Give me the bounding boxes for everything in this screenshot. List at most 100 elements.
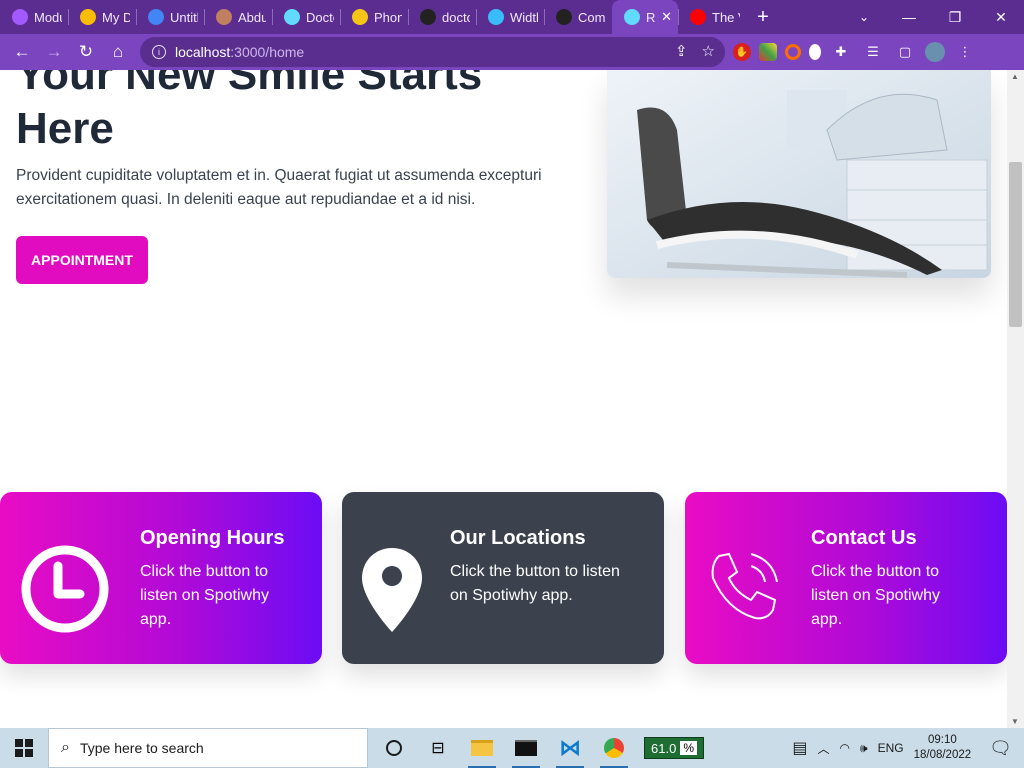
figma-icon bbox=[12, 9, 28, 25]
card-title: Opening Hours bbox=[140, 527, 285, 549]
tab-title: docto bbox=[442, 9, 470, 25]
address-bar[interactable]: i localhost:3000/home ⇪ ☆ bbox=[140, 37, 725, 67]
browser-tab[interactable]: Widtl bbox=[476, 0, 544, 34]
home-button[interactable]: ⌂ bbox=[102, 36, 134, 68]
site-info-icon[interactable]: i bbox=[152, 45, 166, 59]
scroll-up-arrow[interactable]: ▲ bbox=[1011, 72, 1019, 81]
volume-icon[interactable]: 🕪 bbox=[860, 741, 868, 756]
forward-button[interactable]: → bbox=[38, 36, 70, 68]
hero-description: Provident cupiditate voluptatem et in. Q… bbox=[16, 167, 542, 208]
side-panel-icon[interactable]: ▢ bbox=[893, 40, 917, 64]
clock-date: 18/08/2022 bbox=[913, 749, 972, 761]
dental-chair-image bbox=[607, 70, 991, 278]
info-card[interactable]: Contact Us Click the button to listen on … bbox=[685, 492, 1007, 664]
close-window-button[interactable]: ✕ bbox=[978, 0, 1024, 34]
file-explorer-icon[interactable] bbox=[460, 728, 504, 768]
bookmark-star-icon[interactable]: ☆ bbox=[702, 42, 715, 60]
extensions-area: ✋ ✚ ☰ ▢ ⋮ bbox=[733, 36, 977, 68]
clock-icon bbox=[20, 544, 110, 639]
tab-title: The V bbox=[712, 9, 740, 25]
hero-title: Your New Smile Starts Here bbox=[16, 70, 483, 153]
react-icon bbox=[624, 9, 640, 25]
menu-kebab-icon[interactable]: ⋮ bbox=[953, 40, 977, 64]
url-host: localhost bbox=[175, 44, 231, 60]
card-text: Click the button to listen on Spotiwhy a… bbox=[450, 563, 620, 604]
google-docs-icon bbox=[148, 9, 164, 25]
google-drive-icon bbox=[80, 9, 96, 25]
card-text: Click the button to listen on Spotiwhy a… bbox=[140, 563, 269, 628]
avatar-icon bbox=[216, 9, 232, 25]
tab-title: Abdu bbox=[238, 9, 266, 25]
location-pin-icon bbox=[362, 548, 422, 637]
browser-tab[interactable]: docto bbox=[408, 0, 476, 34]
card-title: Contact Us bbox=[811, 527, 917, 549]
tailwind-icon bbox=[488, 9, 504, 25]
window-controls: — ❐ ✕ bbox=[886, 0, 1024, 34]
scroll-down-arrow[interactable]: ▼ bbox=[1011, 717, 1019, 726]
puzzle-extensions-icon[interactable]: ✚ bbox=[829, 40, 853, 64]
bulb-extension-icon[interactable] bbox=[809, 44, 821, 60]
browser-tab[interactable]: Phon bbox=[340, 0, 408, 34]
browser-tab[interactable]: The V bbox=[678, 0, 746, 34]
page-scrollbar[interactable]: ▲ ▼ bbox=[1007, 70, 1024, 728]
react-icon bbox=[284, 9, 300, 25]
clock[interactable]: 09:10 18/08/2022 bbox=[914, 733, 972, 763]
search-icon: ⌕ bbox=[61, 739, 70, 756]
language-indicator[interactable]: ENG bbox=[878, 741, 904, 755]
circle-extension-icon[interactable] bbox=[785, 44, 801, 60]
tab-title: R bbox=[646, 9, 656, 25]
battery-meter[interactable]: 61.0 % bbox=[644, 737, 704, 759]
back-button[interactable]: ← bbox=[6, 36, 38, 68]
notifications-icon[interactable]: 🗨 bbox=[989, 738, 1012, 759]
scrollbar-thumb[interactable] bbox=[1009, 162, 1022, 327]
url-path: :3000/home bbox=[230, 44, 305, 60]
taskbar-search[interactable]: ⌕ Type here to search bbox=[48, 728, 368, 768]
battery-value: 61.0 bbox=[651, 740, 677, 756]
terminal-icon[interactable] bbox=[504, 728, 548, 768]
sunflower-icon bbox=[352, 9, 368, 25]
github-icon bbox=[556, 9, 572, 25]
vscode-icon[interactable]: ⋈ bbox=[548, 728, 592, 768]
reload-button[interactable]: ↻ bbox=[70, 36, 102, 68]
tab-title: Phon bbox=[374, 9, 402, 25]
browser-tab[interactable]: Abdu bbox=[204, 0, 272, 34]
color-extension-icon[interactable] bbox=[759, 43, 777, 61]
info-card[interactable]: Opening Hours Click the button to listen … bbox=[0, 492, 322, 664]
minimize-button[interactable]: — bbox=[886, 0, 932, 34]
system-tray: ▤ ︿ ◠ 🕪 ENG 09:10 18/08/2022 🗨 bbox=[792, 728, 1024, 768]
appointment-button[interactable]: APPOINTMENT bbox=[16, 236, 148, 284]
profile-avatar-icon[interactable] bbox=[925, 42, 945, 62]
share-icon[interactable]: ⇪ bbox=[675, 42, 688, 60]
browser-tab[interactable]: Docto bbox=[272, 0, 340, 34]
tray-expand-icon[interactable]: ︿ bbox=[818, 740, 830, 757]
start-button[interactable] bbox=[0, 728, 48, 768]
phone-icon bbox=[707, 550, 781, 629]
tab-title: Docto bbox=[306, 9, 334, 25]
search-placeholder: Type here to search bbox=[79, 740, 204, 756]
wifi-icon[interactable]: ◠ bbox=[840, 741, 850, 755]
browser-tab[interactable]: My D bbox=[68, 0, 136, 34]
card-title: Our Locations bbox=[450, 527, 586, 549]
tab-search-button[interactable]: ⌄ bbox=[852, 0, 876, 34]
news-widget-icon[interactable]: ▤ bbox=[792, 738, 807, 758]
new-tab-button[interactable]: + bbox=[746, 6, 780, 29]
page-viewport: Your New Smile Starts Here Provident cup… bbox=[0, 70, 1007, 728]
browser-tab[interactable]: R ✕ bbox=[612, 0, 678, 34]
adblock-extension-icon[interactable]: ✋ bbox=[733, 43, 751, 61]
tab-title: Untitl bbox=[170, 9, 198, 25]
tab-list: Modu My D Untitl Abdu Docto Phon docto Widtl Com… bbox=[0, 0, 746, 34]
info-card[interactable]: Our Locations Click the button to listen … bbox=[342, 492, 664, 664]
task-view-icon[interactable]: ⊟ bbox=[416, 728, 460, 768]
browser-tab[interactable]: Com bbox=[544, 0, 612, 34]
reading-list-icon[interactable]: ☰ bbox=[861, 40, 885, 64]
restore-button[interactable]: ❐ bbox=[932, 0, 978, 34]
youtube-icon bbox=[690, 9, 706, 25]
battery-unit: % bbox=[680, 741, 697, 755]
close-tab-icon[interactable]: ✕ bbox=[661, 9, 672, 25]
card-text: Click the button to listen on Spotiwhy a… bbox=[811, 563, 940, 628]
tab-title: Com bbox=[578, 9, 606, 25]
cortana-icon[interactable] bbox=[372, 728, 416, 768]
chrome-icon[interactable] bbox=[592, 728, 636, 768]
browser-tab[interactable]: Modu bbox=[0, 0, 68, 34]
browser-tab[interactable]: Untitl bbox=[136, 0, 204, 34]
